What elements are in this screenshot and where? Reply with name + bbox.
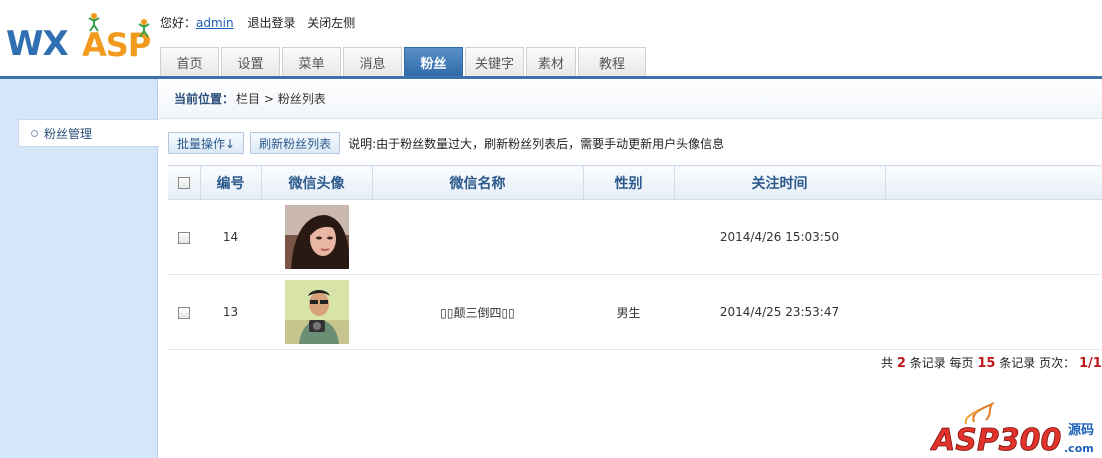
bullet-circle-icon (31, 129, 38, 137)
fan-extra (885, 274, 1102, 350)
row-select-cell (168, 274, 200, 350)
tab-keywords[interactable]: 关键字 (465, 47, 524, 77)
row-checkbox[interactable] (178, 231, 190, 244)
wxasp-logo[interactable]: WX ASP (2, 10, 158, 70)
fan-follow-time: 2014/4/26 15:03:50 (674, 199, 885, 275)
table-header-row: 编号 微信头像 微信名称 性别 关注时间 (168, 165, 1102, 200)
logo-wx-text: WX (6, 24, 69, 64)
fan-name: ▯▯颠三倒四▯▯ (372, 274, 583, 350)
header: WX ASP 您好：admin 退出登录 关闭左侧 首页 设置 菜单 消息 粉丝… (0, 0, 1102, 79)
tab-messages[interactable]: 消息 (343, 47, 402, 77)
column-header-gender[interactable]: 性别 (583, 165, 675, 200)
breadcrumb-label: 当前位置： (174, 92, 235, 106)
pager-total: 2 (896, 356, 906, 371)
avatar[interactable] (284, 280, 349, 344)
fan-id: 13 (200, 274, 261, 350)
avatar[interactable] (284, 205, 349, 269)
fan-follow-time: 2014/4/25 23:53:47 (674, 274, 885, 350)
table-row: 13 ▯▯颠三倒四▯▯ 男生 2014/4/25 23:53:47 (168, 274, 1102, 350)
main-nav-tabs: 首页 设置 菜单 消息 粉丝 关键字 素材 教程 (160, 47, 648, 77)
sidebar: 粉丝管理 (0, 79, 159, 458)
row-checkbox[interactable] (178, 306, 190, 319)
svg-text:.com: .com (1064, 442, 1094, 455)
svg-text:源码: 源码 (1068, 422, 1094, 438)
pager-page: 1/1 (1078, 356, 1102, 371)
select-all-header (168, 165, 201, 200)
pager-prefix: 共 (881, 356, 894, 370)
avatar-cell (261, 199, 372, 275)
fan-gender (583, 199, 674, 275)
table-row: 14 2014/4/26 15:03:50 (168, 199, 1102, 275)
tab-tutorial[interactable]: 教程 (578, 47, 646, 77)
column-header-id[interactable]: 编号 (200, 165, 262, 200)
select-all-checkbox[interactable] (177, 176, 190, 189)
pager-text-2: 条记录 页次： (999, 356, 1076, 370)
username-link[interactable]: admin (196, 16, 234, 30)
column-header-extra (885, 165, 1102, 200)
pager-per-page: 15 (977, 356, 996, 371)
refresh-note: 说明:由于粉丝数量过大，刷新粉丝列表后，需要手动更新用户头像信息 (348, 136, 725, 151)
breadcrumb-path: 栏目 > 粉丝列表 (236, 92, 326, 106)
logo-figure-icon (138, 19, 150, 38)
column-header-follow-time[interactable]: 关注时间 (674, 165, 886, 200)
user-bar: 您好：admin 退出登录 关闭左侧 (160, 14, 363, 30)
fan-name (372, 199, 583, 275)
fan-id: 14 (200, 199, 261, 275)
column-header-avatar[interactable]: 微信头像 (261, 165, 373, 200)
row-select-cell (168, 199, 200, 275)
svg-text:ASP300: ASP300 (930, 423, 1061, 458)
tab-materials[interactable]: 素材 (526, 47, 576, 77)
avatar-cell (261, 274, 372, 350)
logo-figure-icon (88, 13, 100, 32)
sidebar-item-label: 粉丝管理 (44, 126, 93, 141)
fans-table: 编号 微信头像 微信名称 性别 关注时间 14 2014/4/26 15:03:… (168, 165, 1102, 350)
batch-actions-button[interactable]: 批量操作↓ (168, 132, 245, 154)
fan-extra (885, 199, 1102, 275)
asp300-watermark-logo: ASP300 源码 .com (930, 402, 1094, 458)
toolbar: 批量操作↓ 刷新粉丝列表 说明:由于粉丝数量过大，刷新粉丝列表后，需要手动更新用… (168, 131, 724, 155)
sidebar-item-fans-management[interactable]: 粉丝管理 (18, 119, 159, 147)
refresh-fans-button[interactable]: 刷新粉丝列表 (250, 132, 341, 154)
column-header-name[interactable]: 微信名称 (372, 165, 584, 200)
tab-home[interactable]: 首页 (160, 47, 219, 77)
fan-gender: 男生 (583, 274, 674, 350)
greeting-text: 您好： (160, 16, 197, 30)
pagination-summary: 共 2 条记录 每页 15 条记录 页次： 1/1 (881, 354, 1102, 371)
pager-text-1: 条记录 每页 (909, 356, 974, 370)
tab-menu[interactable]: 菜单 (282, 47, 341, 77)
logout-link[interactable]: 退出登录 (247, 16, 295, 30)
breadcrumb: 当前位置： 栏目 > 粉丝列表 (159, 79, 1102, 119)
tab-fans[interactable]: 粉丝 (404, 47, 463, 77)
tab-settings[interactable]: 设置 (221, 47, 280, 77)
close-left-link[interactable]: 关闭左侧 (307, 16, 355, 30)
